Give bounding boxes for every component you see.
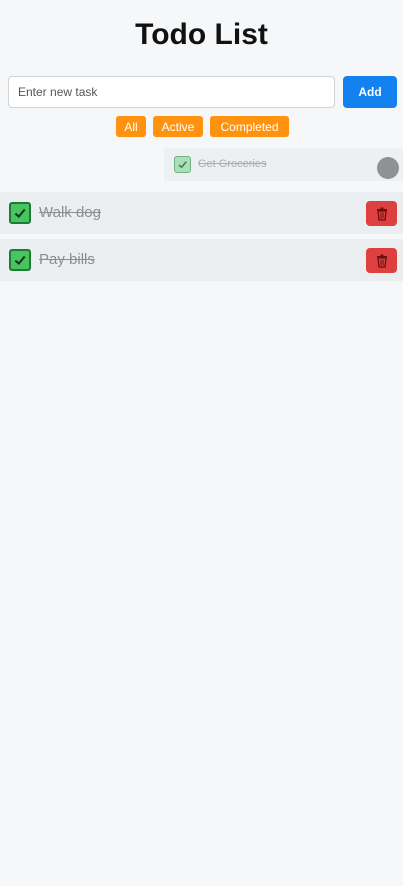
- task-text: Get Groceries: [198, 158, 267, 170]
- add-task-button[interactable]: Add: [343, 76, 397, 108]
- trash-icon: [376, 254, 387, 268]
- filter-active-button[interactable]: Active: [153, 116, 203, 137]
- trash-icon: [376, 207, 387, 221]
- filter-completed-button[interactable]: Completed: [210, 116, 289, 137]
- delete-task-button[interactable]: [366, 201, 397, 226]
- new-task-input[interactable]: [8, 76, 335, 108]
- check-icon[interactable]: [174, 156, 191, 173]
- task-text: Walk dog: [39, 204, 101, 221]
- dragged-task-item[interactable]: Get Groceries: [164, 148, 403, 181]
- check-icon[interactable]: [9, 249, 31, 271]
- task-item[interactable]: Pay bills: [0, 239, 403, 281]
- page-title: Todo List: [135, 18, 268, 51]
- filter-all-button[interactable]: All: [116, 116, 146, 137]
- task-text: Pay bills: [39, 251, 95, 268]
- task-item[interactable]: Walk dog: [0, 192, 403, 234]
- touch-indicator: [377, 157, 399, 179]
- delete-task-button[interactable]: [366, 248, 397, 273]
- check-icon[interactable]: [9, 202, 31, 224]
